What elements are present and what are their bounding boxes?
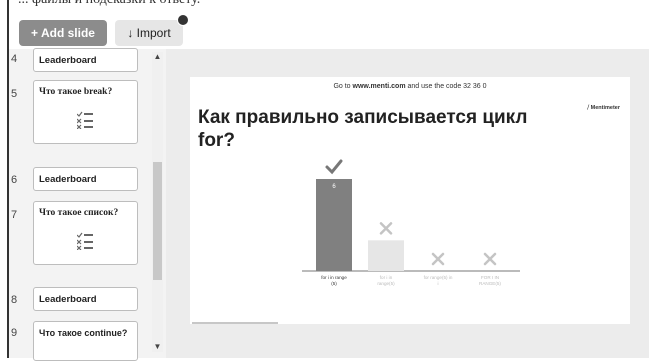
slide-preview[interactable]: Go to www.menti.com and use the code 32 … — [190, 77, 630, 324]
slide-thumb-question[interactable]: Что такое список? — [33, 201, 138, 265]
slide-label: Что такое continue? — [39, 328, 128, 338]
cross-icon — [483, 252, 497, 266]
import-button[interactable]: ↓ Import — [115, 20, 183, 46]
slide-thumb-leaderboard[interactable]: Leaderboard — [33, 167, 138, 191]
slide-number: 4 — [11, 53, 18, 65]
quiz-icon — [77, 111, 93, 129]
slide-thumb-question[interactable]: Что такое continue? — [33, 321, 138, 361]
results-bar-chart: 6for i in range (5)for i in range(5)for ra… — [302, 159, 520, 286]
scroll-up-icon[interactable]: ▲ — [152, 52, 163, 62]
slide-label: Что такое break? — [39, 87, 113, 97]
toolbar: + Add slide ↓ Import — [9, 9, 649, 49]
chart-bar — [368, 240, 404, 271]
slide-progress-line — [192, 322, 278, 324]
slide-label: Leaderboard — [39, 294, 97, 305]
slide-number: 5 — [11, 88, 18, 100]
slide-label: Что такое список? — [39, 208, 119, 218]
import-badge-icon — [177, 14, 189, 26]
cross-icon — [379, 222, 393, 235]
chart-bar — [316, 179, 352, 271]
chart-category-label: for i in range(5) — [377, 275, 395, 286]
chart-category-label: for i in range (5) — [321, 275, 347, 286]
chart-category-label: for range(5) in i — [424, 275, 453, 286]
add-slide-button[interactable]: + Add slide — [19, 20, 107, 46]
scrollbar-thumb[interactable] — [153, 162, 162, 280]
check-icon — [325, 159, 343, 175]
slide-number: 9 — [11, 327, 18, 339]
slide-thumb-leaderboard[interactable]: Leaderboard — [33, 287, 138, 311]
cross-icon — [431, 252, 445, 266]
slide-thumb-question[interactable]: Что такое break? — [33, 80, 138, 144]
slide-label: Leaderboard — [39, 55, 97, 66]
chart-category-label: FOR I IN RANGE(5) — [479, 275, 501, 286]
quiz-icon — [77, 232, 93, 250]
slide-label: Leaderboard — [39, 174, 97, 185]
top-page-text: ... файлы и подсказки к ответу. — [0, 0, 649, 9]
slide-thumb-leaderboard[interactable]: Leaderboard — [33, 48, 138, 72]
sidebar-scrollbar[interactable]: ▲ ▼ — [152, 52, 163, 352]
slide-number: 6 — [11, 174, 18, 186]
slide-number: 8 — [11, 294, 18, 306]
slide-number: 7 — [11, 209, 18, 221]
scroll-down-icon[interactable]: ▼ — [152, 342, 163, 352]
